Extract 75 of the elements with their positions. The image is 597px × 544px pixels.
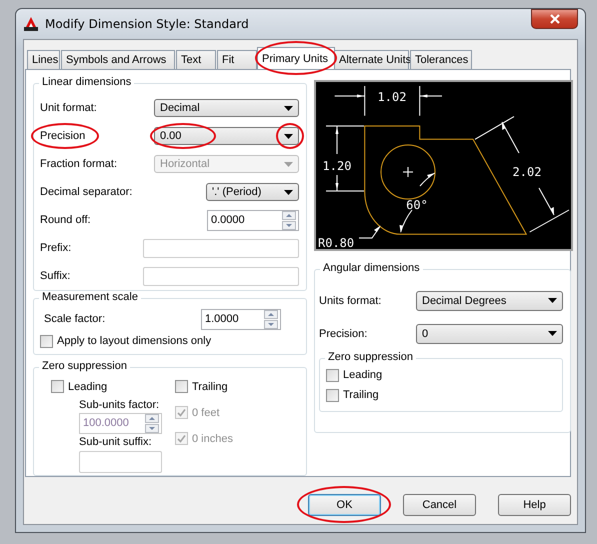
field-label: Scale factor:	[44, 313, 106, 325]
dimension-label: R0.80	[318, 236, 354, 249]
checkbox-label: 0 feet	[192, 406, 220, 419]
caret-icon	[284, 162, 293, 166]
tab[interactable]: Tolerances	[410, 50, 472, 69]
checkbox-label: Trailing	[192, 380, 228, 393]
caret-icon	[284, 190, 293, 194]
dropdown[interactable]: '.' (Period)	[206, 183, 299, 201]
checkbox-label: Leading	[343, 369, 382, 381]
field-label: Precision:	[319, 328, 368, 340]
spin-down-icon	[264, 320, 278, 328]
field-label: Fraction format:	[40, 158, 118, 170]
dimension-line	[358, 226, 381, 238]
checkbox[interactable]	[40, 334, 53, 348]
dimension-label: 60°	[406, 198, 428, 212]
dialog-button[interactable]: Cancel	[403, 494, 476, 516]
spin-up-icon	[145, 414, 159, 423]
dropdown[interactable]: Decimal	[154, 99, 299, 117]
check-icon	[176, 407, 187, 418]
spin-down-icon	[145, 424, 159, 433]
field-label: Sub-units factor:	[79, 398, 160, 411]
field-label: Precision	[40, 130, 86, 142]
tab[interactable]: Symbols and Arrows	[61, 50, 175, 69]
checkbox[interactable]	[51, 380, 64, 394]
dialog-button[interactable]: Help	[498, 494, 571, 516]
dimension-line	[326, 126, 364, 192]
window-title: Modify Dimension Style: Standard	[45, 17, 249, 31]
group-title: Linear dimensions	[39, 76, 134, 88]
tab[interactable]: Lines	[27, 50, 60, 69]
spin-up-icon	[282, 210, 296, 220]
field-label: Sub-unit suffix:	[79, 436, 153, 448]
dropdown[interactable]: 0	[416, 324, 563, 344]
group-title: Measurement scale	[39, 291, 141, 303]
app-icon	[23, 16, 39, 32]
field-label: Units format:	[319, 294, 382, 306]
checkbox[interactable]	[175, 380, 188, 394]
caret-icon	[548, 331, 557, 336]
dropdown[interactable]: 0.00	[154, 127, 299, 145]
caret-icon	[284, 106, 293, 110]
field-label: Prefix:	[40, 242, 72, 254]
group-title: Angular dimensions	[320, 262, 423, 274]
number-field[interactable]: 0.0000	[207, 210, 299, 230]
close-button[interactable]	[531, 9, 578, 29]
dimension-label: 2.02	[512, 165, 542, 179]
caret-icon	[284, 134, 293, 138]
checkbox[interactable]	[326, 388, 339, 402]
number-field[interactable]: 1.0000	[201, 308, 281, 330]
dimension-label: 1.20	[322, 159, 352, 173]
input-field[interactable]	[79, 450, 162, 473]
spin-up-icon	[264, 310, 278, 318]
check-icon	[176, 433, 187, 444]
group-title: Zero suppression	[39, 360, 130, 372]
tab[interactable]: Fit	[217, 50, 257, 69]
dialog-button[interactable]: OK	[308, 494, 381, 516]
caret-icon	[548, 298, 557, 303]
input-field[interactable]	[143, 238, 299, 258]
field-label: Round off:	[40, 214, 91, 226]
dropdown[interactable]: Decimal Degrees	[416, 290, 563, 310]
tab[interactable]: Primary Units	[257, 47, 335, 69]
close-icon	[550, 14, 560, 24]
dimension-label: 1.02	[378, 90, 406, 104]
input-field[interactable]	[143, 266, 299, 286]
group-title: Zero suppression	[325, 351, 416, 363]
dimension-line	[400, 172, 436, 233]
checkbox-label: Leading	[68, 380, 108, 393]
checkbox-label: Apply to layout dimensions only	[57, 335, 212, 347]
spin-down-icon	[282, 220, 296, 230]
tab[interactable]: Text	[176, 50, 216, 69]
tab[interactable]: Alternate Units	[334, 50, 409, 69]
checkbox-label: Trailing	[343, 389, 379, 401]
checkbox-label: 0 inches	[192, 432, 233, 445]
field-label: Suffix:	[40, 270, 70, 282]
checkbox[interactable]	[326, 368, 339, 382]
field-label: Decimal separator:	[40, 186, 132, 198]
field-label: Unit format:	[40, 102, 97, 114]
